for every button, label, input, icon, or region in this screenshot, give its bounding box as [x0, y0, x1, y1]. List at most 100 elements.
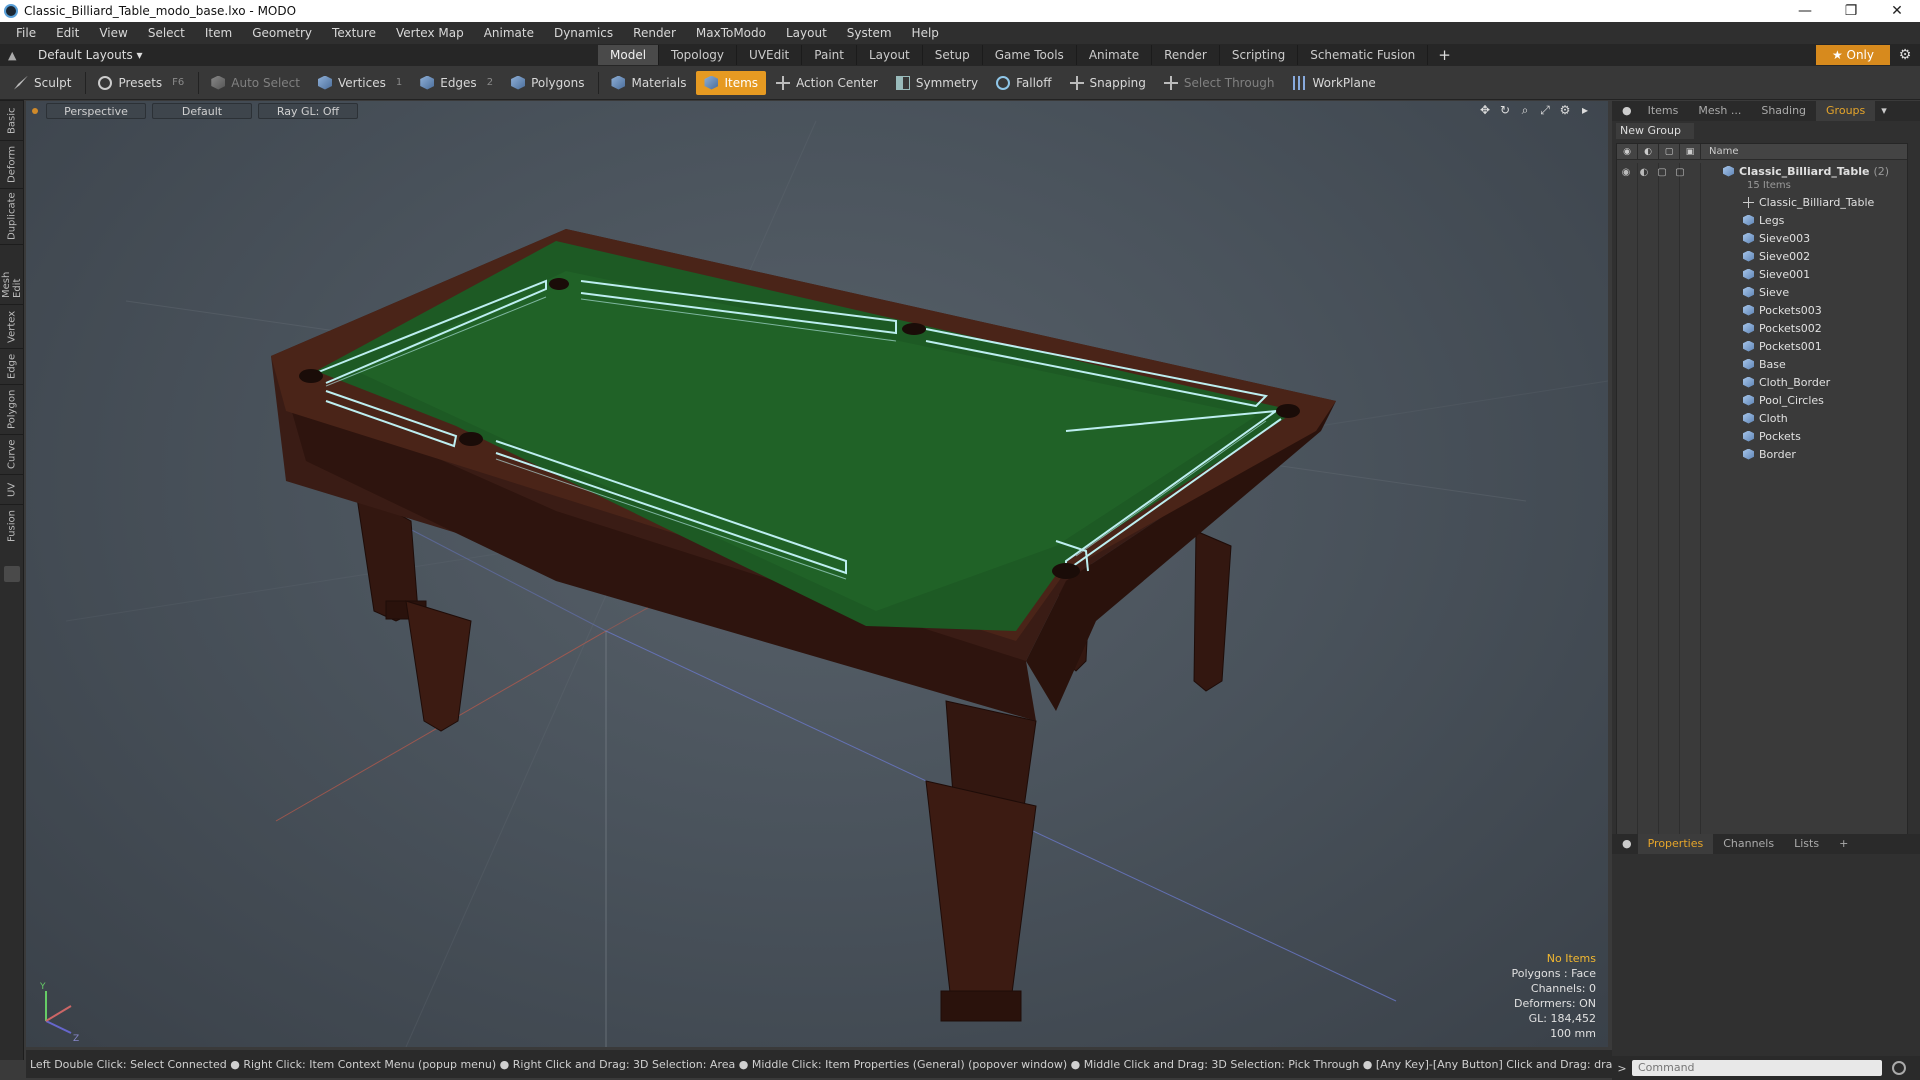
list-item[interactable]: Pockets002 [1617, 319, 1907, 337]
command-input[interactable]: Command [1632, 1060, 1882, 1076]
record-macro-icon[interactable] [1892, 1061, 1906, 1075]
tab-topology[interactable]: Topology [659, 45, 738, 65]
menu-item[interactable]: Item [195, 26, 242, 40]
menu-vertex-map[interactable]: Vertex Map [386, 26, 474, 40]
snapping-button[interactable]: Snapping [1062, 71, 1154, 95]
properties-menu-dot[interactable]: ● [1616, 834, 1638, 854]
vtab-deform[interactable]: Deform [0, 140, 24, 188]
pan-icon[interactable]: ✥ [1478, 103, 1492, 117]
panel-menu-dot[interactable]: ● [1616, 101, 1638, 121]
fit-icon[interactable]: ⤢ [1538, 103, 1552, 117]
tab-setup[interactable]: Setup [923, 45, 983, 65]
list-item[interactable]: Cloth_Border [1617, 373, 1907, 391]
panel-dropdown-icon[interactable]: ▾ [1875, 101, 1893, 121]
list-item[interactable]: Cloth [1617, 409, 1907, 427]
only-toggle-button[interactable]: ★ Only [1815, 45, 1890, 65]
list-item[interactable]: Pockets003 [1617, 301, 1907, 319]
menu-texture[interactable]: Texture [322, 26, 386, 40]
menu-system[interactable]: System [837, 26, 902, 40]
menu-animate[interactable]: Animate [474, 26, 544, 40]
list-item[interactable]: Sieve002 [1617, 247, 1907, 265]
menu-select[interactable]: Select [138, 26, 195, 40]
list-item[interactable]: Sieve [1617, 283, 1907, 301]
presets-button[interactable]: Presets F6 [90, 71, 192, 95]
vtab-duplicate[interactable]: Duplicate [0, 188, 24, 244]
tab-channels[interactable]: Channels [1713, 834, 1784, 854]
maximize-button[interactable]: ❐ [1828, 3, 1874, 19]
tab-animate[interactable]: Animate [1077, 45, 1153, 65]
list-item[interactable]: Border [1617, 445, 1907, 463]
viewport-menu-dot[interactable] [32, 108, 38, 114]
view-type-button[interactable]: Perspective [46, 103, 146, 119]
list-item[interactable]: Classic_Billiard_Table [1617, 193, 1907, 211]
zoom-icon[interactable]: ⌕ [1518, 103, 1532, 117]
vtab-basic[interactable]: Basic [0, 100, 24, 140]
list-item[interactable]: Pool_Circles [1617, 391, 1907, 409]
group-row[interactable]: Classic_Billiard_Table (2) [1617, 163, 1907, 179]
minimize-button[interactable]: — [1782, 3, 1828, 19]
sculpt-button[interactable]: Sculpt [6, 71, 79, 95]
add-tab-button[interactable]: + [1428, 46, 1461, 64]
tab-schematic-fusion[interactable]: Schematic Fusion [1298, 45, 1429, 65]
shading-mode-button[interactable]: Default [152, 103, 252, 119]
viewport-expand-icon[interactable]: ▸ [1578, 103, 1592, 117]
vtab-vertex[interactable]: Vertex [0, 304, 24, 348]
materials-button[interactable]: Materials [603, 71, 694, 95]
tab-properties[interactable]: Properties [1637, 834, 1714, 854]
workplane-button[interactable]: WorkPlane [1285, 71, 1384, 95]
layout-dropdown[interactable]: Default Layouts ▾ [38, 48, 598, 62]
menu-edit[interactable]: Edit [46, 26, 89, 40]
tab-uvedit[interactable]: UVEdit [737, 45, 803, 65]
select-through-button[interactable]: Select Through [1156, 71, 1283, 95]
menu-layout[interactable]: Layout [776, 26, 837, 40]
menu-view[interactable]: View [89, 26, 137, 40]
new-group-button[interactable]: New Group [1616, 123, 1694, 139]
lock-column-icon[interactable]: ▢ [1659, 144, 1680, 159]
menu-file[interactable]: File [6, 26, 46, 40]
list-item[interactable]: Pockets [1617, 427, 1907, 445]
add-panel-tab-button[interactable]: + [1829, 834, 1858, 854]
list-item[interactable]: Sieve003 [1617, 229, 1907, 247]
tab-render[interactable]: Render [1152, 45, 1220, 65]
edges-button[interactable]: Edges 2 [412, 71, 501, 95]
tab-items[interactable]: Items [1638, 101, 1689, 121]
polygons-button[interactable]: Polygons [503, 71, 592, 95]
vtab-uv[interactable]: UV [0, 474, 24, 504]
gear-icon[interactable]: ⚙ [1890, 47, 1920, 63]
vtab-curve[interactable]: Curve [0, 434, 24, 474]
tab-paint[interactable]: Paint [802, 45, 857, 65]
list-item[interactable]: Pockets001 [1617, 337, 1907, 355]
visibility-column-icon[interactable]: ◉ [1617, 144, 1638, 159]
name-column-header[interactable]: Name [1701, 144, 1739, 159]
action-center-button[interactable]: Action Center [768, 71, 886, 95]
vtab-fusion[interactable]: Fusion [0, 504, 24, 548]
viewport-settings-icon[interactable]: ⚙ [1558, 103, 1572, 117]
select-column-icon[interactable]: ▣ [1680, 144, 1701, 159]
layout-collapse-icon[interactable]: ▲ [8, 49, 24, 62]
list-item[interactable]: Legs [1617, 211, 1907, 229]
menu-dynamics[interactable]: Dynamics [544, 26, 623, 40]
symmetry-button[interactable]: Symmetry [888, 71, 986, 95]
items-button[interactable]: Items [696, 70, 767, 95]
list-item[interactable]: Base [1617, 355, 1907, 373]
3d-viewport[interactable]: Y Z Perspective Default Ray GL: Off ✥ ↻ … [26, 101, 1608, 1047]
tab-mesh[interactable]: Mesh ... [1688, 101, 1751, 121]
tab-groups[interactable]: Groups [1816, 101, 1876, 121]
close-button[interactable]: ✕ [1874, 3, 1920, 19]
left-strip-expand-button[interactable] [3, 566, 20, 582]
tab-layout[interactable]: Layout [857, 45, 923, 65]
menu-help[interactable]: Help [902, 26, 949, 40]
menu-render[interactable]: Render [623, 26, 686, 40]
render-column-icon[interactable]: ◐ [1638, 144, 1659, 159]
raygl-toggle-button[interactable]: Ray GL: Off [258, 103, 358, 119]
vtab-mesh-edit[interactable]: Mesh Edit [0, 244, 24, 304]
list-item[interactable]: Sieve001 [1617, 265, 1907, 283]
auto-select-button[interactable]: Auto Select [203, 71, 308, 95]
tab-model[interactable]: Model [598, 45, 660, 65]
tab-scripting[interactable]: Scripting [1220, 45, 1299, 65]
falloff-button[interactable]: Falloff [988, 71, 1059, 95]
tab-game-tools[interactable]: Game Tools [983, 45, 1077, 65]
menu-maxtomodo[interactable]: MaxToModo [686, 26, 776, 40]
vertices-button[interactable]: Vertices 1 [310, 71, 410, 95]
tab-shading[interactable]: Shading [1751, 101, 1816, 121]
